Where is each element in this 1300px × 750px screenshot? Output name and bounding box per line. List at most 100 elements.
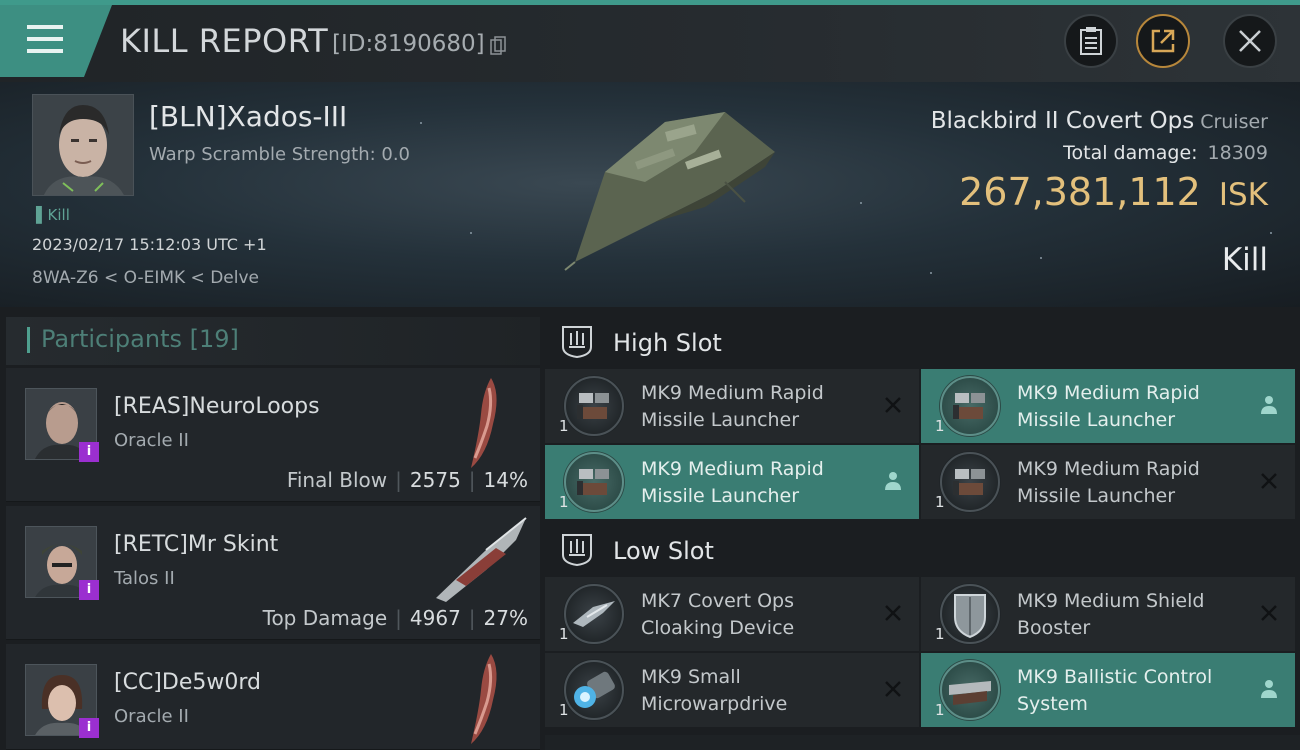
- victim-ship-class: Cruiser: [1200, 111, 1268, 133]
- participant-stats: Final Blow | 2575 | 14%: [286, 468, 528, 492]
- victim-ship-line: Blackbird II Covert Ops Cruiser: [931, 108, 1268, 134]
- participant-role: Final Blow: [286, 468, 388, 492]
- participant-stats: Top Damage | 4967 | 27%: [262, 606, 528, 630]
- module-name: MK9 Ballistic Control System: [1017, 666, 1213, 715]
- module-name: MK9 Medium Rapid Missile Launcher: [1017, 458, 1200, 507]
- header-bar: KILL REPORT [ID:8190680]: [0, 0, 1300, 82]
- kill-id: [ID:8190680]: [332, 31, 485, 57]
- module-high-4[interactable]: 1 MK9 Medium Rapid Missile Launcher: [921, 445, 1295, 519]
- module-name: MK9 Medium Rapid Missile Launcher: [641, 458, 824, 507]
- menu-button[interactable]: [0, 5, 112, 77]
- participant-role: Top Damage: [262, 606, 388, 630]
- module-name: MK7 Covert Ops Cloaking Device: [641, 590, 795, 639]
- low-slot-label: Low Slot: [613, 537, 714, 565]
- participants-title: Participants [19]: [41, 325, 239, 353]
- isk-value: 267,381,112: [959, 170, 1201, 214]
- cloaking-device-icon: [563, 583, 625, 645]
- shield-booster-icon: [939, 583, 1001, 645]
- missile-launcher-icon: [939, 451, 1001, 513]
- participant-ship: Talos II: [114, 568, 175, 589]
- participant-ship: Oracle II: [114, 430, 189, 451]
- module-quantity: 1: [559, 417, 569, 435]
- participants-accent: [27, 327, 30, 353]
- person-icon: [1261, 680, 1277, 698]
- person-icon: [885, 472, 901, 490]
- participant-row[interactable]: i [RETC]Mr Skint Talos II Top Damage | 496…: [6, 506, 540, 640]
- destroyed-icon: [1261, 473, 1277, 489]
- destroyed-icon: [885, 397, 901, 413]
- participant-ship-image: [471, 654, 497, 744]
- fitting-panel: High Slot 1 MK9 Medium Rapid Missile Lau…: [540, 307, 1300, 750]
- header-accent-line: [0, 0, 1300, 5]
- close-icon: [1239, 30, 1261, 52]
- participant-name[interactable]: [REAS]NeuroLoops: [114, 394, 320, 419]
- victim-portrait[interactable]: [32, 94, 134, 196]
- destroyed-icon: [885, 605, 901, 621]
- isk-unit: ISK: [1218, 177, 1268, 213]
- page-title: KILL REPORT: [120, 22, 329, 60]
- clipboard-button[interactable]: [1064, 14, 1118, 68]
- module-quantity: 1: [559, 493, 569, 511]
- ballistic-control-icon: [939, 659, 1001, 721]
- victim-ship-image: [564, 112, 775, 271]
- missile-launcher-icon: [563, 451, 625, 513]
- module-low-1[interactable]: 1 MK7 Covert Ops Cloaking Device: [545, 577, 919, 651]
- module-high-1[interactable]: 1 MK9 Medium Rapid Missile Launcher: [545, 369, 919, 443]
- participant-row[interactable]: i [CC]De5w0rd Oracle II: [6, 644, 540, 750]
- kill-location[interactable]: 8WA-Z6 < O-EIMK < Delve: [32, 268, 259, 288]
- total-damage-label: Total damage:: [1063, 142, 1198, 164]
- warp-scramble-strength: Warp Scramble Strength: 0.0: [149, 144, 411, 165]
- export-button[interactable]: [1136, 14, 1190, 68]
- module-name: MK9 Medium Shield Booster: [1017, 590, 1205, 639]
- victim-banner: [BLN]Xados-III Warp Scramble Strength: 0…: [0, 82, 1300, 307]
- participant-percent: 27%: [483, 606, 528, 630]
- participants-header: Participants [19]: [6, 317, 540, 365]
- microwarpdrive-icon: [563, 659, 625, 721]
- victim-ship-name[interactable]: Blackbird II Covert Ops: [931, 108, 1194, 134]
- participant-percent: 14%: [483, 468, 528, 492]
- info-icon[interactable]: i: [79, 718, 99, 738]
- module-quantity: 1: [935, 493, 945, 511]
- participant-name[interactable]: [CC]De5w0rd: [114, 670, 261, 695]
- module-quantity: 1: [559, 625, 569, 643]
- participant-damage: 2575: [409, 468, 461, 492]
- next-slot-header-partial: [545, 735, 1300, 750]
- module-low-4[interactable]: 1 MK9 Ballistic Control System: [921, 653, 1295, 727]
- total-damage-value: 18309: [1207, 142, 1268, 164]
- module-quantity: 1: [935, 625, 945, 643]
- low-slot-header: Low Slot: [545, 519, 1300, 579]
- missile-launcher-icon: [563, 375, 625, 437]
- total-damage-line: Total damage: 18309: [1063, 142, 1268, 164]
- external-link-icon: [1151, 29, 1175, 53]
- participant-name[interactable]: [RETC]Mr Skint: [114, 532, 278, 557]
- module-high-3[interactable]: 1 MK9 Medium Rapid Missile Launcher: [545, 445, 919, 519]
- clipboard-icon: [1080, 27, 1102, 55]
- module-high-2[interactable]: 1 MK9 Medium Rapid Missile Launcher: [921, 369, 1295, 443]
- module-quantity: 1: [935, 701, 945, 719]
- participant-ship-image: [471, 378, 497, 468]
- participants-panel: Participants [19] i [REAS]NeuroLoops Ora…: [0, 307, 540, 750]
- isk-line: 267,381,112 ISK: [959, 170, 1268, 214]
- participant-ship-image: [436, 517, 527, 602]
- info-icon[interactable]: i: [79, 442, 99, 462]
- high-slot-icon: [562, 326, 592, 359]
- kill-tag-label: Kill: [47, 206, 70, 224]
- missile-launcher-icon: [939, 375, 1001, 437]
- close-button[interactable]: [1223, 14, 1277, 68]
- person-icon: [1261, 396, 1277, 414]
- copy-icon[interactable]: [490, 36, 506, 56]
- module-name: MK9 Small Microwarpdrive: [641, 666, 788, 715]
- module-quantity: 1: [559, 701, 569, 719]
- destroyed-icon: [885, 681, 901, 697]
- victim-name[interactable]: [BLN]Xados-III: [149, 100, 347, 133]
- participant-row[interactable]: i [REAS]NeuroLoops Oracle II Final Blow |…: [6, 368, 540, 502]
- module-low-2[interactable]: 1 MK9 Medium Shield Booster: [921, 577, 1295, 651]
- low-slot-icon: [562, 534, 592, 567]
- high-slot-label: High Slot: [613, 329, 722, 357]
- participant-damage: 4967: [409, 606, 461, 630]
- module-name: MK9 Medium Rapid Missile Launcher: [641, 382, 824, 431]
- module-quantity: 1: [935, 417, 945, 435]
- module-low-3[interactable]: 1 MK9 Small Microwarpdrive: [545, 653, 919, 727]
- high-slot-header: High Slot: [545, 311, 1300, 371]
- info-icon[interactable]: i: [79, 580, 99, 600]
